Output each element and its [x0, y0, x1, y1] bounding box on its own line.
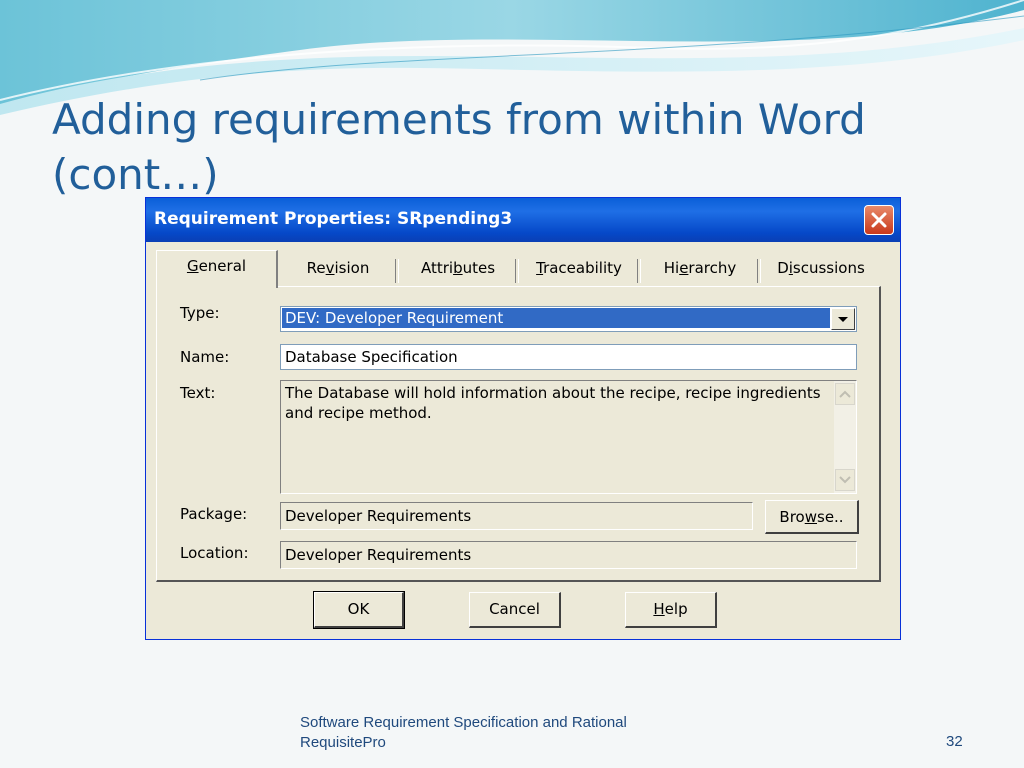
tab-revision[interactable]: Revision: [278, 253, 399, 287]
text-area-scrollbar[interactable]: [834, 381, 856, 493]
dialog-title: Requirement Properties: SRpending3: [154, 209, 513, 229]
help-button[interactable]: Help: [625, 592, 717, 628]
requirement-properties-dialog: Requirement Properties: SRpending3 Gener…: [145, 197, 901, 640]
slide-footer: Software Requirement Specification and R…: [300, 713, 700, 753]
scroll-down-button[interactable]: [835, 469, 855, 491]
type-label: Type:: [180, 304, 220, 322]
cancel-button[interactable]: Cancel: [469, 592, 561, 628]
name-field[interactable]: Database Specification: [280, 344, 857, 370]
tab-general[interactable]: General: [156, 250, 278, 288]
tab-traceability[interactable]: Traceability: [518, 253, 641, 287]
chevron-down-icon: [838, 317, 848, 322]
tab-hierarchy[interactable]: Hierarchy: [640, 253, 761, 287]
type-dropdown-button[interactable]: [831, 308, 855, 330]
slide-title-line1: Adding requirements from within Word: [52, 95, 866, 144]
text-area-content: The Database will hold information about…: [285, 384, 821, 422]
chevron-down-icon: [839, 476, 851, 484]
name-label: Name:: [180, 348, 230, 366]
chevron-up-icon: [839, 390, 851, 398]
close-button[interactable]: [864, 205, 894, 235]
footer-line1: Software Requirement Specification and R…: [300, 714, 627, 731]
scroll-up-button[interactable]: [835, 383, 855, 405]
location-field: Developer Requirements: [280, 541, 857, 569]
footer-line2: RequisitePro: [300, 734, 386, 751]
tab-discussions[interactable]: Discussions: [760, 253, 882, 287]
location-label: Location:: [180, 544, 249, 562]
package-label: Package:: [180, 505, 248, 523]
package-field: Developer Requirements: [280, 502, 753, 530]
slide-title-line2: (cont…): [52, 150, 219, 199]
text-area[interactable]: The Database will hold information about…: [280, 380, 857, 494]
type-select[interactable]: DEV: Developer Requirement: [280, 306, 857, 332]
page-number: 32: [946, 733, 963, 750]
type-selected-value: DEV: Developer Requirement: [282, 308, 830, 328]
text-label: Text:: [180, 384, 216, 402]
slide-title: Adding requirements from within Word (co…: [52, 92, 952, 202]
dialog-titlebar[interactable]: Requirement Properties: SRpending3: [146, 198, 900, 242]
tab-attributes[interactable]: Attributes: [398, 253, 519, 287]
browse-button[interactable]: Browse..: [765, 500, 859, 534]
close-icon: [871, 212, 887, 228]
ok-button[interactable]: OK: [313, 591, 405, 629]
